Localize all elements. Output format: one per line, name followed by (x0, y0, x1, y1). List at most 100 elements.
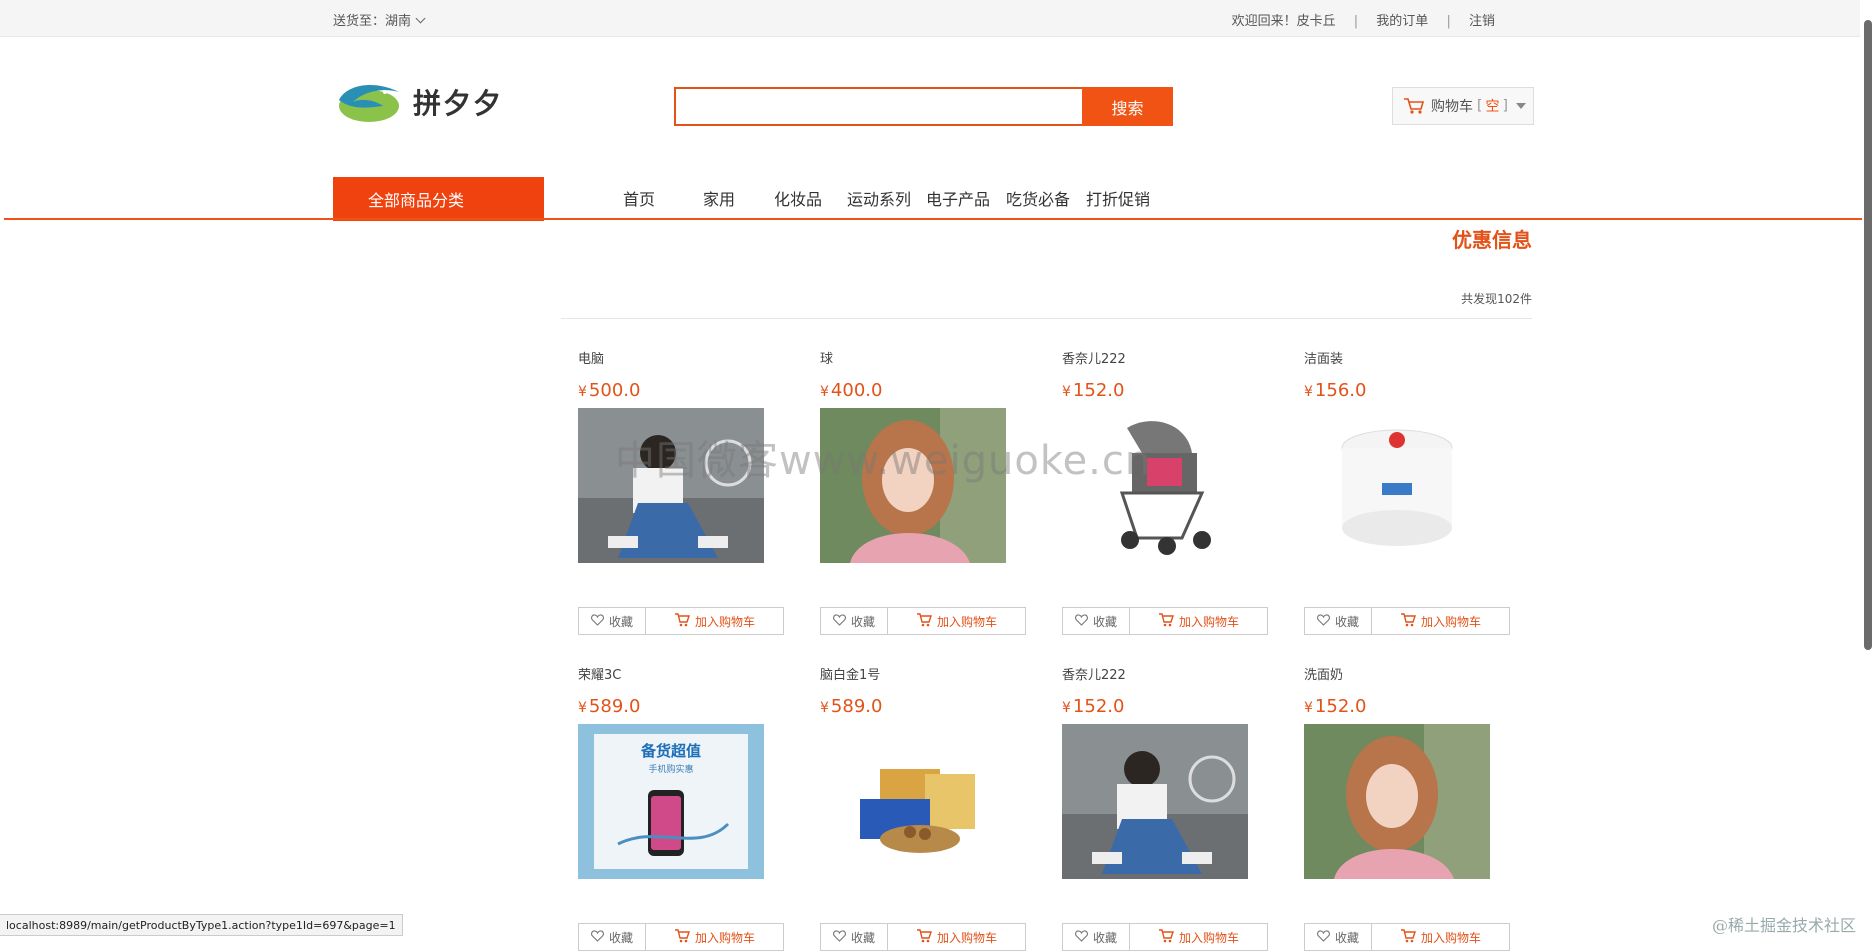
add-to-cart-button[interactable]: 加入购物车 (646, 924, 783, 950)
add-to-cart-label: 加入购物车 (1178, 930, 1239, 945)
price-value: 156.0 (1314, 380, 1367, 401)
favorite-button[interactable]: 收藏 (579, 924, 646, 950)
add-to-cart-button[interactable]: 加入购物车 (1372, 924, 1509, 950)
favorite-button[interactable]: 收藏 (1305, 924, 1372, 950)
product-image[interactable] (1062, 724, 1248, 879)
cart-dropdown[interactable]: 购物车 [ 空 ] (1392, 87, 1534, 125)
product-price: ¥152.0 (1062, 380, 1124, 401)
nav-item-snacks[interactable]: 吃货必备 (1006, 186, 1070, 210)
currency-symbol: ¥ (1062, 384, 1071, 400)
product-name[interactable]: 脑白金1号 (820, 664, 880, 683)
favorite-label: 收藏 (608, 614, 633, 629)
product-actions: 收藏 加入购物车 (578, 923, 784, 951)
product-name[interactable]: 香奈儿222 (1062, 664, 1126, 683)
add-to-cart-button[interactable]: 加入购物车 (1372, 608, 1509, 634)
cart-icon (1400, 612, 1421, 630)
favorite-label: 收藏 (850, 930, 875, 945)
currency-symbol: ¥ (578, 700, 587, 716)
top-bar: 送货至：湖南 欢迎回来！皮卡丘 | 我的订单 | 注销 (0, 0, 1860, 37)
product-price: ¥589.0 (578, 696, 640, 717)
all-categories-button[interactable]: 全部商品分类 (333, 177, 544, 221)
cart-icon (916, 928, 937, 946)
add-to-cart-label: 加入购物车 (936, 614, 997, 629)
cart-label: 购物车 (1431, 99, 1473, 115)
product-name[interactable]: 洁面装 (1304, 348, 1343, 367)
price-value: 152.0 (1072, 380, 1125, 401)
cart-icon (1158, 612, 1179, 630)
cart-icon (1400, 928, 1421, 946)
favorite-button[interactable]: 收藏 (1063, 924, 1130, 950)
heart-icon (1075, 613, 1093, 629)
price-value: 500.0 (588, 380, 641, 401)
product-name[interactable]: 香奈儿222 (1062, 348, 1126, 367)
my-orders-link[interactable]: 我的订单 (1376, 14, 1428, 29)
product-actions: 收藏 加入购物车 (820, 607, 1026, 635)
product-name[interactable]: 洗面奶 (1304, 664, 1343, 683)
search-input[interactable] (674, 87, 1096, 126)
add-to-cart-button[interactable]: 加入购物车 (1130, 608, 1267, 634)
favorite-button[interactable]: 收藏 (579, 608, 646, 634)
product-actions: 收藏 加入购物车 (820, 923, 1026, 951)
currency-symbol: ¥ (1062, 700, 1071, 716)
site-logo[interactable]: 拼夕夕 (335, 78, 535, 126)
watermark-center: 中国微客www.weiguoke.cn (615, 438, 1152, 484)
scrollbar[interactable] (1864, 20, 1872, 650)
product-image[interactable] (1304, 724, 1490, 879)
cart-icon (674, 928, 695, 946)
favorite-button[interactable]: 收藏 (821, 608, 888, 634)
currency-symbol: ¥ (1304, 700, 1313, 716)
nav-item-discounts[interactable]: 打折促销 (1086, 186, 1150, 210)
add-to-cart-button[interactable]: 加入购物车 (1130, 924, 1267, 950)
product-name[interactable]: 荣耀3C (578, 664, 621, 683)
heart-icon (833, 929, 851, 945)
search-button[interactable]: 搜索 (1082, 87, 1173, 126)
logout-link[interactable]: 注销 (1469, 14, 1495, 29)
currency-symbol: ¥ (820, 384, 829, 400)
cart-bracket-close: ] (1502, 98, 1508, 114)
favorite-button[interactable]: 收藏 (821, 924, 888, 950)
add-to-cart-label: 加入购物车 (936, 930, 997, 945)
cart-status: 空 (1485, 99, 1500, 115)
product-image[interactable]: 备货超值 手机购实惠 (578, 724, 764, 879)
nav-item-household[interactable]: 家用 (703, 186, 735, 210)
phone-promo-subline: 手机购实惠 (648, 763, 693, 775)
add-to-cart-label: 加入购物车 (1420, 614, 1481, 629)
watermark-corner: @稀土掘金技术社区 (1711, 916, 1856, 935)
heart-icon (591, 929, 609, 945)
product-image[interactable] (820, 724, 1006, 879)
nav-item-electronics[interactable]: 电子产品 (926, 186, 990, 210)
add-to-cart-button[interactable]: 加入购物车 (646, 608, 783, 634)
ship-to-selector[interactable]: 送货至：湖南 (333, 10, 426, 29)
status-url: localhost:8989/main/getProductByType1.ac… (0, 914, 403, 936)
favorite-label: 收藏 (1334, 930, 1359, 945)
product-actions: 收藏 加入购物车 (1062, 607, 1268, 635)
add-to-cart-label: 加入购物车 (694, 614, 755, 629)
search-bar: 搜索 (674, 87, 1173, 126)
heart-icon (1317, 929, 1335, 945)
product-image[interactable] (1304, 408, 1490, 563)
cart-icon (916, 612, 937, 630)
favorite-label: 收藏 (1092, 614, 1117, 629)
cart-icon (674, 612, 695, 630)
chevron-down-icon (415, 13, 426, 24)
section-divider (561, 318, 1532, 319)
favorite-button[interactable]: 收藏 (1305, 608, 1372, 634)
product-actions: 收藏 加入购物车 (1062, 923, 1268, 951)
add-to-cart-label: 加入购物车 (694, 930, 755, 945)
nav-item-home[interactable]: 首页 (623, 186, 655, 210)
nav-item-cosmetics[interactable]: 化妆品 (774, 186, 822, 210)
favorite-label: 收藏 (1334, 614, 1359, 629)
price-value: 400.0 (830, 380, 883, 401)
product-name[interactable]: 球 (820, 348, 833, 367)
add-to-cart-button[interactable]: 加入购物车 (888, 924, 1025, 950)
product-name[interactable]: 电脑 (578, 348, 604, 367)
product-price: ¥152.0 (1062, 696, 1124, 717)
nav-divider (4, 218, 1862, 220)
add-to-cart-button[interactable]: 加入购物车 (888, 608, 1025, 634)
ship-to-region: 湖南 (385, 14, 412, 29)
currency-symbol: ¥ (1304, 384, 1313, 400)
nav-item-sports[interactable]: 运动系列 (847, 186, 911, 210)
favorite-button[interactable]: 收藏 (1063, 608, 1130, 634)
promo-title: 优惠信息 (1452, 228, 1532, 252)
logo-icon (339, 85, 399, 122)
